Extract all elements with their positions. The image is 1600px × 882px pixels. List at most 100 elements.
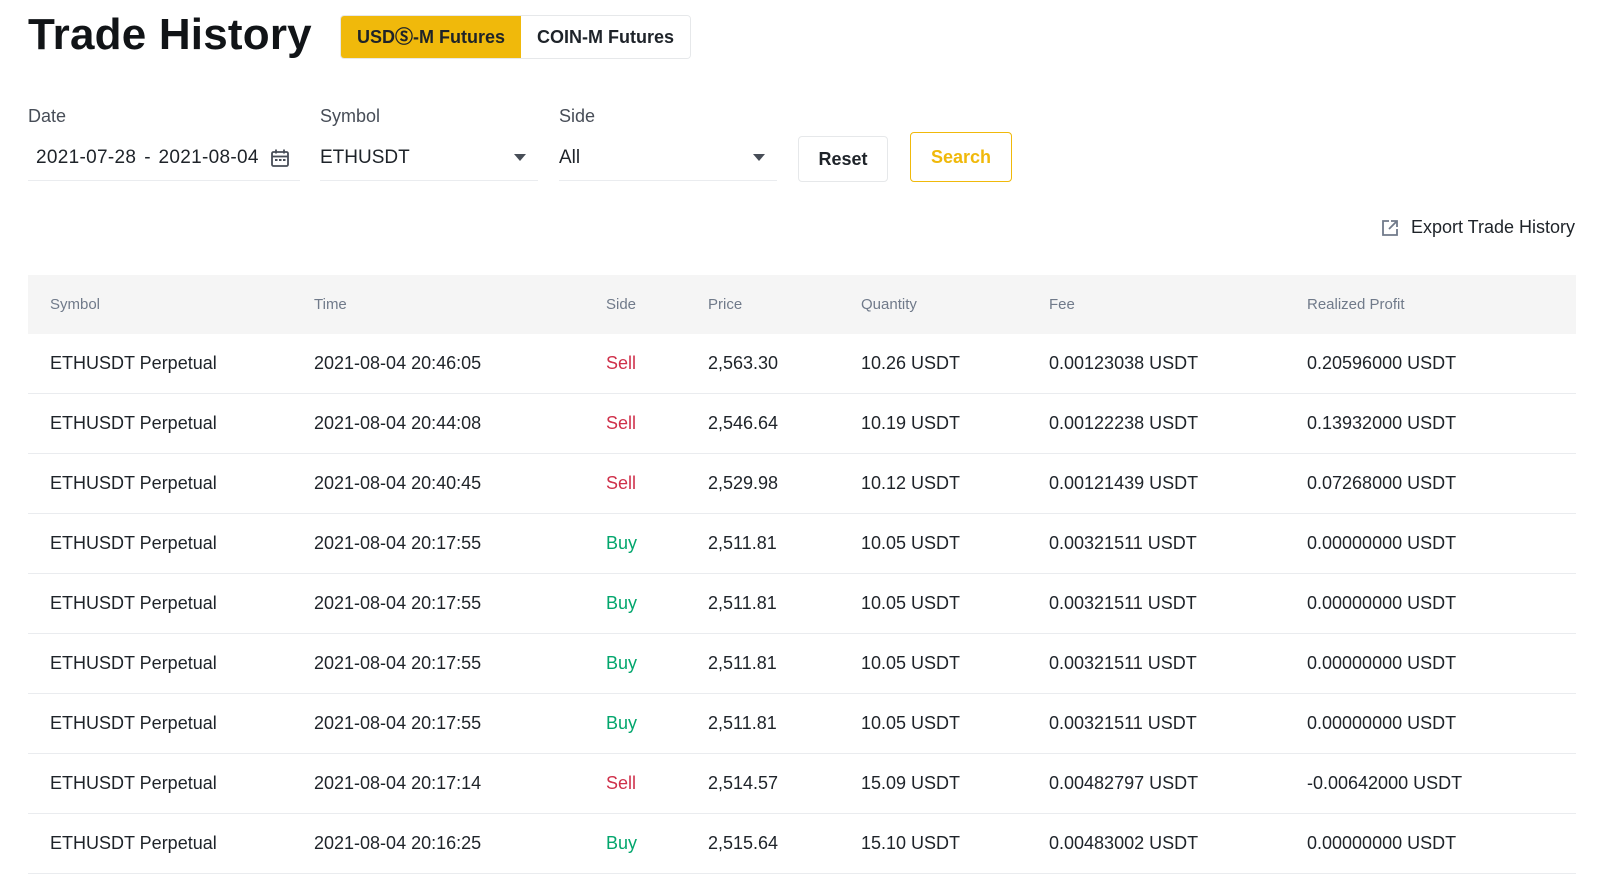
cell-quantity: 10.05 USDT <box>861 593 961 613</box>
cell-side: Sell <box>606 773 637 793</box>
cell-symbol: ETHUSDT Perpetual <box>50 353 217 373</box>
cell-fee: 0.00122238 USDT <box>1049 413 1199 433</box>
column-header-symbol: Symbol <box>50 296 101 313</box>
cell-realized-profit: 0.00000000 USDT <box>1307 593 1457 613</box>
trade-history-page: Trade History USDⓈ-M Futures COIN-M Futu… <box>0 0 1600 882</box>
cell-symbol: ETHUSDT Perpetual <box>50 653 217 673</box>
cell-price: 2,511.81 <box>708 653 777 673</box>
table-row: ETHUSDT Perpetual 2021-08-04 20:46:05 Se… <box>28 334 1576 394</box>
search-button[interactable]: Search <box>910 132 1012 182</box>
cell-side: Sell <box>606 413 637 433</box>
cell-realized-profit: 0.00000000 USDT <box>1307 533 1457 553</box>
cell-price: 2,563.30 <box>708 353 779 373</box>
side-select[interactable]: All <box>559 136 777 181</box>
futures-type-tabs: USDⓈ-M Futures COIN-M Futures <box>340 15 691 59</box>
cell-realized-profit: 0.13932000 USDT <box>1307 413 1457 433</box>
table-row: ETHUSDT Perpetual 2021-08-04 20:44:08 Se… <box>28 394 1576 454</box>
cell-realized-profit: 0.20596000 USDT <box>1307 353 1457 373</box>
cell-price: 2,546.64 <box>708 413 779 433</box>
date-label: Date <box>28 106 67 126</box>
table-row: ETHUSDT Perpetual 2021-08-04 20:17:55 Bu… <box>28 694 1576 754</box>
cell-realized-profit: 0.07268000 USDT <box>1307 473 1457 493</box>
date-start: 2021-07-28 <box>36 147 137 168</box>
column-header-side: Side <box>606 296 637 313</box>
cell-quantity: 10.05 USDT <box>861 713 961 733</box>
cell-realized-profit: 0.00000000 USDT <box>1307 653 1457 673</box>
export-icon <box>1382 219 1398 236</box>
cell-quantity: 10.05 USDT <box>861 533 961 553</box>
cell-quantity: 10.05 USDT <box>861 653 961 673</box>
date-range-picker[interactable]: 2021-07-28 - 2021-08-04 <box>28 136 300 181</box>
date-separator: - <box>144 147 151 168</box>
cell-fee: 0.00482797 USDT <box>1049 773 1199 793</box>
cell-symbol: ETHUSDT Perpetual <box>50 773 217 793</box>
table-row: ETHUSDT Perpetual 2021-08-04 20:17:55 Bu… <box>28 634 1576 694</box>
reset-button[interactable]: Reset <box>798 136 888 182</box>
export-trade-history-link[interactable]: Export Trade History <box>1381 217 1575 238</box>
cell-price: 2,511.81 <box>708 533 777 553</box>
page-title: Trade History <box>28 10 312 59</box>
cell-realized-profit: 0.00000000 USDT <box>1307 833 1457 853</box>
symbol-select[interactable]: ETHUSDT <box>320 136 538 181</box>
table-row: ETHUSDT Perpetual 2021-08-04 20:40:45 Se… <box>28 454 1576 514</box>
cell-quantity: 15.09 USDT <box>861 773 961 793</box>
cell-time: 2021-08-04 20:46:05 <box>314 353 482 373</box>
cell-price: 2,511.81 <box>708 713 777 733</box>
cell-side: Buy <box>606 713 638 733</box>
cell-fee: 0.00483002 USDT <box>1049 833 1199 853</box>
cell-quantity: 10.12 USDT <box>861 473 961 493</box>
column-header-time: Time <box>314 296 347 313</box>
cell-side: Buy <box>606 533 638 553</box>
cell-time: 2021-08-04 20:17:55 <box>314 593 482 613</box>
column-header-fee: Fee <box>1049 296 1075 313</box>
cell-side: Sell <box>606 473 637 493</box>
cell-fee: 0.00123038 USDT <box>1049 353 1199 373</box>
table-header: Symbol Time Side Price Quantity Fee Real… <box>28 275 1576 334</box>
cell-symbol: ETHUSDT Perpetual <box>50 593 217 613</box>
column-header-quantity: Quantity <box>861 296 917 313</box>
cell-symbol: ETHUSDT Perpetual <box>50 833 217 853</box>
cell-price: 2,514.57 <box>708 773 779 793</box>
cell-time: 2021-08-04 20:17:55 <box>314 653 482 673</box>
symbol-select-value: ETHUSDT <box>320 147 410 168</box>
table-row: ETHUSDT Perpetual 2021-08-04 20:17:55 Bu… <box>28 514 1576 574</box>
export-label: Export Trade History <box>1410 217 1575 237</box>
table-row: ETHUSDT Perpetual 2021-08-04 20:16:25 Bu… <box>28 814 1576 874</box>
column-header-realized-profit: Realized Profit <box>1307 296 1405 313</box>
date-end: 2021-08-04 <box>158 147 259 168</box>
table-row: ETHUSDT Perpetual 2021-08-04 20:17:14 Se… <box>28 754 1576 814</box>
cell-time: 2021-08-04 20:40:45 <box>314 473 482 493</box>
cell-fee: 0.00121439 USDT <box>1049 473 1199 493</box>
table-row: ETHUSDT Perpetual 2021-08-04 20:17:55 Bu… <box>28 574 1576 634</box>
cell-time: 2021-08-04 20:17:55 <box>314 713 482 733</box>
symbol-label: Symbol <box>320 106 381 126</box>
cell-fee: 0.00321511 USDT <box>1049 713 1197 733</box>
cell-price: 2,529.98 <box>708 473 779 493</box>
chevron-down-icon <box>753 154 765 161</box>
cell-symbol: ETHUSDT Perpetual <box>50 473 217 493</box>
cell-side: Buy <box>606 833 638 853</box>
cell-realized-profit: -0.00642000 USDT <box>1307 773 1463 793</box>
cell-fee: 0.00321511 USDT <box>1049 533 1197 553</box>
cell-time: 2021-08-04 20:17:55 <box>314 533 482 553</box>
column-header-price: Price <box>708 296 743 313</box>
cell-fee: 0.00321511 USDT <box>1049 593 1197 613</box>
cell-quantity: 15.10 USDT <box>861 833 961 853</box>
side-label: Side <box>559 106 596 126</box>
cell-symbol: ETHUSDT Perpetual <box>50 533 217 553</box>
cell-fee: 0.00321511 USDT <box>1049 653 1197 673</box>
cell-quantity: 10.19 USDT <box>861 413 961 433</box>
side-select-value: All <box>559 147 581 168</box>
tab-usds-m-futures[interactable]: USDⓈ-M Futures <box>341 16 521 58</box>
chevron-down-icon <box>514 154 526 161</box>
tab-coin-m-futures[interactable]: COIN-M Futures <box>521 16 690 58</box>
cell-price: 2,515.64 <box>708 833 779 853</box>
cell-time: 2021-08-04 20:17:14 <box>314 773 482 793</box>
calendar-icon[interactable] <box>270 148 290 168</box>
cell-side: Buy <box>606 653 638 673</box>
cell-side: Buy <box>606 593 638 613</box>
trade-history-table: Symbol Time Side Price Quantity Fee Real… <box>28 275 1576 874</box>
cell-price: 2,511.81 <box>708 593 777 613</box>
cell-side: Sell <box>606 353 637 373</box>
cell-symbol: ETHUSDT Perpetual <box>50 713 217 733</box>
